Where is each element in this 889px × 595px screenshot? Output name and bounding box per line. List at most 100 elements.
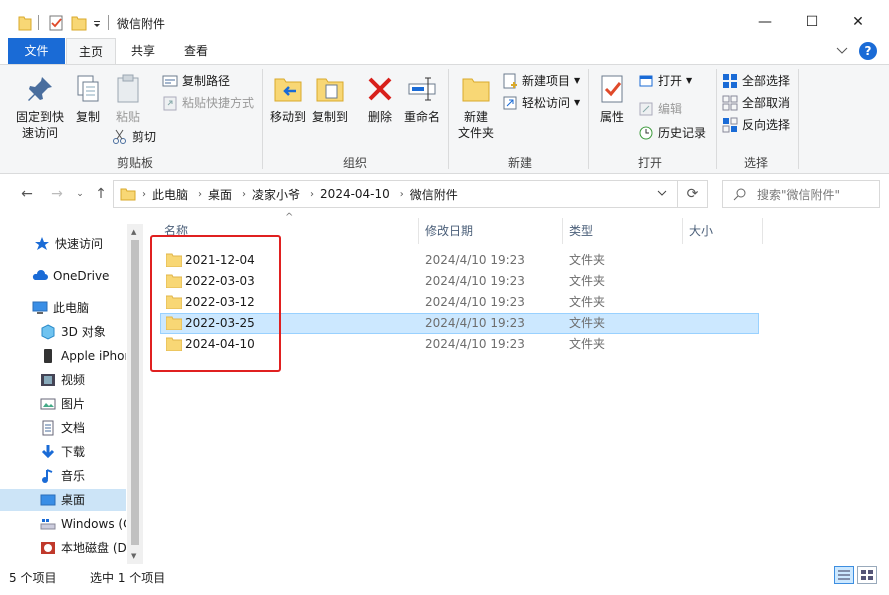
pin-icon (28, 77, 52, 101)
breadcrumb-item[interactable]: 此电脑 (152, 186, 188, 203)
column-header-size[interactable]: 大小 (683, 218, 762, 244)
sidebar-item-3d-objects[interactable]: 3D 对象 (0, 321, 126, 343)
sidebar-item-music[interactable]: 音乐 (0, 465, 126, 487)
sidebar-item-label: OneDrive (53, 269, 110, 283)
sidebar-item-iphone[interactable]: Apple iPhone (0, 345, 126, 367)
chevron-right-icon: › (310, 188, 315, 200)
cloud-icon (32, 270, 48, 280)
scroll-up-icon[interactable]: ▲ (131, 228, 136, 236)
chevron-down-icon[interactable] (836, 46, 848, 56)
sidebar-item-documents[interactable]: 文档 (0, 417, 126, 439)
properties-button[interactable]: 属性 (594, 73, 630, 125)
refresh-button[interactable]: ⟳ (678, 180, 708, 208)
open-label: 打开 (658, 74, 683, 88)
new-folder-button[interactable]: 新建 文件夹 (454, 73, 498, 141)
select-all-button[interactable]: 全部选择 (722, 71, 790, 91)
chevron-right-icon: › (242, 188, 247, 200)
details-view-button[interactable] (834, 566, 854, 584)
sidebar-item-downloads[interactable]: 下载 (0, 441, 126, 463)
properties-icon[interactable] (48, 14, 64, 32)
breadcrumb-item[interactable]: 2024-04-10 (320, 187, 390, 201)
column-header-type[interactable]: 类型 (563, 218, 682, 244)
sidebar-item-onedrive[interactable]: OneDrive (0, 265, 126, 287)
rename-button[interactable]: 重命名 (402, 73, 442, 125)
sidebar-item-windows-c[interactable]: Windows (C:) (0, 513, 126, 535)
sidebar-item-videos[interactable]: 视频 (0, 369, 126, 391)
file-modified: 2024/4/10 19:23 (425, 295, 525, 309)
open-button[interactable]: 打开 ▼ (638, 71, 692, 91)
history-button[interactable]: 历史记录 (638, 123, 706, 143)
easy-access-icon (503, 96, 517, 110)
tab-home[interactable]: 主页 (66, 38, 116, 65)
delete-button[interactable]: 删除 (362, 73, 398, 125)
up-button[interactable]: ↑ (91, 184, 111, 204)
scrollbar[interactable]: ▲ ▼ (127, 224, 143, 564)
breadcrumb-item[interactable]: 凌家小爷 (252, 186, 300, 203)
address-bar[interactable]: › 此电脑 › 桌面 › 凌家小爷 › 2024-04-10 › 微信附件 (113, 180, 678, 208)
new-folder-label-1: 新建 (463, 110, 488, 124)
group-separator (262, 69, 263, 169)
tab-file[interactable]: 文件 (8, 38, 65, 64)
paste-icon (117, 74, 139, 103)
pin-quick-access-button[interactable]: 固定到快 速访问 (12, 73, 68, 141)
sidebar-item-pictures[interactable]: 图片 (0, 393, 126, 415)
chevron-down-icon: ▼ (574, 76, 581, 85)
cut-button[interactable]: 剪切 (112, 127, 156, 147)
copy-icon (77, 75, 99, 102)
status-bar: 5 个项目 选中 1 个项目 (0, 564, 889, 588)
sidebar-item-this-pc[interactable]: 此电脑 (0, 297, 126, 319)
invert-selection-button[interactable]: 反向选择 (722, 115, 790, 135)
invert-selection-icon (722, 117, 738, 133)
tab-view[interactable]: 查看 (170, 38, 222, 64)
sidebar-item-local-disk-d[interactable]: 本地磁盘 (D:) (0, 537, 126, 559)
drive-icon (40, 519, 56, 530)
recent-locations-button[interactable]: ⌄ (74, 184, 86, 204)
scrollbar-thumb[interactable] (131, 240, 139, 545)
group-label-open: 打开 (637, 156, 662, 170)
column-header-modified[interactable]: 修改日期 (419, 218, 562, 244)
sidebar-item-desktop[interactable]: 桌面 (0, 489, 126, 511)
history-label: 历史记录 (658, 126, 707, 140)
select-none-button[interactable]: 全部取消 (722, 93, 790, 113)
delete-icon (368, 77, 392, 101)
edit-button[interactable]: 编辑 (638, 99, 682, 119)
group-label-select: 选择 (743, 156, 768, 170)
column-divider[interactable] (762, 218, 763, 244)
chevron-down-icon[interactable] (657, 190, 667, 198)
forward-button[interactable]: → (47, 184, 67, 204)
delete-label: 删除 (367, 110, 392, 124)
move-to-icon (274, 78, 302, 102)
file-type: 文件夹 (569, 274, 606, 288)
breadcrumb-item[interactable]: 桌面 (208, 186, 232, 203)
folder-icon (18, 16, 32, 31)
chevron-down-icon: ▼ (686, 76, 693, 85)
help-icon[interactable]: ? (859, 42, 877, 60)
chevron-down-icon[interactable] (92, 14, 102, 32)
new-item-button[interactable]: 新建项目 ▼ (502, 71, 580, 91)
back-button[interactable]: ← (17, 184, 37, 204)
chevron-down-icon: ▼ (574, 98, 581, 107)
move-to-button[interactable]: 移动到 (268, 73, 308, 125)
open-icon (639, 75, 653, 87)
paste-shortcut-button[interactable]: 粘贴快捷方式 (162, 93, 254, 113)
invert-selection-label: 反向选择 (742, 118, 791, 132)
pin-label-1: 固定到快 (15, 110, 64, 124)
scroll-down-icon[interactable]: ▼ (131, 552, 136, 560)
easy-access-button[interactable]: 轻松访问 ▼ (502, 93, 580, 113)
new-item-label: 新建项目 (522, 74, 571, 88)
group-label-new: 新建 (507, 156, 532, 170)
new-folder-icon[interactable] (71, 14, 87, 32)
scissors-icon (113, 129, 126, 144)
sidebar-item-quick-access[interactable]: 快速访问 (0, 233, 126, 255)
copy-path-button[interactable]: 复制路径 (162, 71, 230, 91)
copy-button[interactable]: 复制 (70, 73, 106, 125)
properties-icon (601, 75, 623, 103)
paste-button[interactable]: 粘贴 (110, 73, 146, 125)
tab-share[interactable]: 共享 (118, 38, 168, 64)
breadcrumb-item[interactable]: 微信附件 (410, 186, 458, 203)
search-input[interactable]: 搜索"微信附件" (722, 180, 880, 208)
window-title: 微信附件 (117, 17, 166, 31)
copy-to-button[interactable]: 复制到 (310, 73, 350, 125)
file-modified: 2024/4/10 19:23 (425, 274, 525, 288)
large-icons-view-button[interactable] (857, 566, 877, 584)
